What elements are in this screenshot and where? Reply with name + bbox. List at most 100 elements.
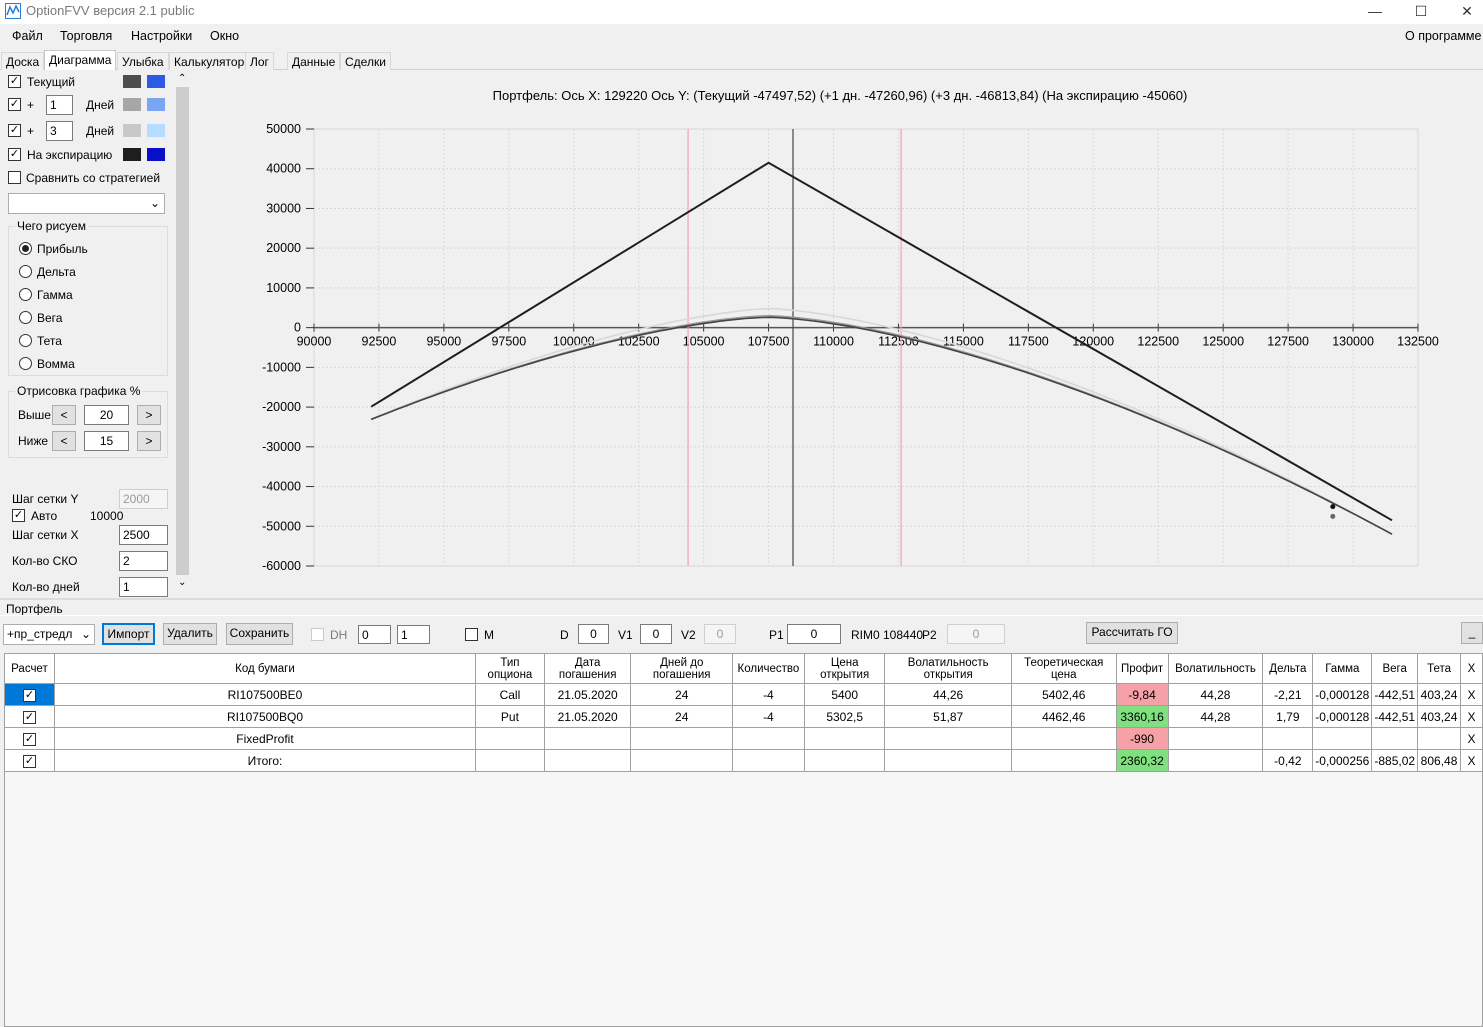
days2-input[interactable]: 3 bbox=[46, 121, 73, 141]
tab-diagram[interactable]: Диаграмма bbox=[44, 50, 117, 70]
color-swatch[interactable] bbox=[123, 98, 141, 111]
color-swatch[interactable] bbox=[123, 75, 141, 88]
tab-data[interactable]: Данные bbox=[287, 52, 341, 70]
compare-checkbox[interactable] bbox=[8, 171, 21, 184]
color-swatch[interactable] bbox=[147, 75, 165, 88]
radio-delta[interactable] bbox=[19, 265, 32, 278]
above-inc-button[interactable]: > bbox=[137, 405, 161, 425]
plus3-checkbox[interactable] bbox=[8, 124, 21, 137]
save-button[interactable]: Сохранить bbox=[226, 623, 293, 645]
expiry-checkbox[interactable] bbox=[8, 148, 21, 161]
remove-row-button[interactable]: X bbox=[1460, 705, 1483, 728]
strategy-select[interactable]: ⌄ bbox=[8, 193, 165, 214]
calc-checkbox[interactable] bbox=[22, 688, 36, 702]
table-row[interactable]: FixedProfit -990 X bbox=[4, 727, 1483, 750]
dh-checkbox[interactable] bbox=[311, 628, 324, 641]
days1-input[interactable]: 1 bbox=[46, 95, 73, 115]
calc-checkbox[interactable] bbox=[22, 732, 36, 746]
portfolio-select[interactable]: +пр_стредл ⌄ bbox=[3, 624, 95, 645]
column-header[interactable]: Теоретическая цена bbox=[1010, 653, 1117, 684]
calc-checkbox[interactable] bbox=[22, 754, 36, 768]
remove-row-button[interactable]: X bbox=[1460, 683, 1483, 706]
days-count-input[interactable]: 1 bbox=[119, 577, 168, 597]
above-dec-button[interactable]: < bbox=[52, 405, 76, 425]
color-swatch[interactable] bbox=[147, 148, 165, 161]
scroll-thumb[interactable] bbox=[176, 87, 189, 575]
tab-log[interactable]: Лог bbox=[245, 52, 274, 70]
below-dec-button[interactable]: < bbox=[52, 431, 76, 451]
delete-button[interactable]: Удалить bbox=[163, 623, 217, 645]
column-header[interactable]: Тета bbox=[1417, 653, 1462, 684]
m-checkbox[interactable] bbox=[465, 628, 478, 641]
scrollbar[interactable]: ⌃ ⌄ bbox=[175, 71, 190, 598]
tab-deals[interactable]: Сделки bbox=[340, 52, 391, 70]
column-header[interactable]: Дней до погашения bbox=[630, 653, 733, 684]
remove-row-button[interactable]: X bbox=[1460, 727, 1483, 750]
menu-about[interactable]: О программе bbox=[1405, 29, 1481, 43]
above-input[interactable]: 20 bbox=[84, 405, 129, 425]
menu-file[interactable]: Файл bbox=[12, 29, 43, 43]
tab-smile[interactable]: Улыбка bbox=[117, 52, 169, 70]
calc-go-button[interactable]: Рассчитать ГО bbox=[1086, 622, 1178, 644]
minimize-icon[interactable]: — bbox=[1352, 0, 1398, 24]
column-header[interactable]: Гамма bbox=[1312, 653, 1373, 684]
d-input[interactable]: 0 bbox=[578, 624, 609, 644]
menu-trading[interactable]: Торговля bbox=[60, 29, 112, 43]
column-header[interactable]: Дельта bbox=[1262, 653, 1314, 684]
menu-window[interactable]: Окно bbox=[210, 29, 239, 43]
color-swatch[interactable] bbox=[123, 148, 141, 161]
calc-checkbox-cell[interactable] bbox=[4, 727, 55, 750]
radio-theta[interactable] bbox=[19, 334, 32, 347]
scroll-up-icon[interactable]: ⌃ bbox=[178, 73, 186, 84]
below-inc-button[interactable]: > bbox=[137, 431, 161, 451]
calc-checkbox-cell[interactable] bbox=[4, 705, 55, 728]
v2-input[interactable]: 0 bbox=[704, 624, 736, 644]
grid-y-input[interactable]: 2000 bbox=[119, 489, 168, 509]
remove-row-button[interactable]: X bbox=[1460, 749, 1483, 772]
table-row[interactable]: Итого: 2360,32 -0,42-0,000256-885,02806,48… bbox=[4, 749, 1483, 772]
column-header[interactable]: Количество bbox=[731, 653, 805, 684]
splitter[interactable] bbox=[0, 598, 1483, 600]
tab-board[interactable]: Доска bbox=[1, 52, 45, 70]
column-header[interactable]: Волатильность открытия bbox=[884, 653, 1012, 684]
column-header[interactable]: X bbox=[1460, 653, 1483, 684]
p1-input[interactable]: 0 bbox=[787, 624, 841, 644]
table-row[interactable]: RI107500BQ0Put21.05.202024-45302,551,874… bbox=[4, 705, 1483, 728]
import-button[interactable]: Импорт bbox=[102, 623, 155, 645]
v1-input[interactable]: 0 bbox=[640, 624, 672, 644]
current-checkbox[interactable] bbox=[8, 75, 21, 88]
calc-checkbox-cell[interactable] bbox=[4, 749, 55, 772]
calc-checkbox[interactable] bbox=[22, 710, 36, 724]
maximize-icon[interactable]: ☐ bbox=[1398, 0, 1444, 24]
column-header[interactable]: Расчет bbox=[4, 653, 55, 684]
calc-checkbox-cell[interactable] bbox=[4, 683, 55, 706]
scroll-down-icon[interactable]: ⌄ bbox=[178, 577, 186, 588]
column-header[interactable]: Тип опциона bbox=[475, 653, 545, 684]
color-swatch[interactable] bbox=[147, 98, 165, 111]
plus1-checkbox[interactable] bbox=[8, 98, 21, 111]
color-swatch[interactable] bbox=[123, 124, 141, 137]
column-header[interactable]: Волатильность bbox=[1167, 653, 1264, 684]
dh-spin-2[interactable]: 1 bbox=[397, 625, 430, 644]
radio-profit[interactable] bbox=[19, 242, 32, 255]
color-swatch[interactable] bbox=[147, 124, 165, 137]
p2-input[interactable]: 0 bbox=[947, 624, 1005, 644]
radio-vomma[interactable] bbox=[19, 357, 32, 370]
menu-settings[interactable]: Настройки bbox=[131, 29, 192, 43]
auto-checkbox[interactable] bbox=[12, 509, 25, 522]
close-icon[interactable]: ✕ bbox=[1444, 0, 1483, 24]
table-row[interactable]: RI107500BE0Call21.05.202024-4540044,2654… bbox=[4, 683, 1483, 706]
tab-calculator[interactable]: Калькулятор bbox=[169, 52, 250, 70]
radio-vega[interactable] bbox=[19, 311, 32, 324]
column-header[interactable]: Вега bbox=[1371, 653, 1419, 684]
minimize-panel-button[interactable]: _ bbox=[1461, 622, 1483, 644]
below-input[interactable]: 15 bbox=[84, 431, 129, 451]
sko-input[interactable]: 2 bbox=[119, 551, 168, 571]
radio-gamma[interactable] bbox=[19, 288, 32, 301]
dh-spin-1[interactable]: 0 bbox=[358, 625, 391, 644]
column-header[interactable]: Профит bbox=[1115, 653, 1169, 684]
grid-x-input[interactable]: 2500 bbox=[119, 525, 168, 545]
column-header[interactable]: Дата погашения bbox=[543, 653, 632, 684]
column-header[interactable]: Цена открытия bbox=[803, 653, 886, 684]
column-header[interactable]: Код бумаги bbox=[53, 653, 477, 684]
